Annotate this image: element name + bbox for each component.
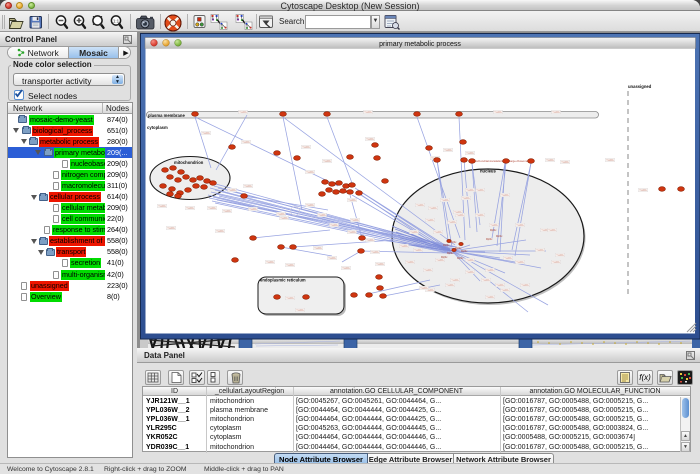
svg-text:Yxx00x: Yxx00x [208, 208, 216, 210]
svg-text:Yxx00x: Yxx00x [521, 285, 529, 287]
svg-text:unassigned: unassigned [628, 84, 652, 89]
svg-text:Yxx00x: Yxx00x [296, 310, 304, 312]
svg-text:Yxx00x: Yxx00x [348, 232, 356, 234]
svg-text:Yxx00x: Yxx00x [606, 160, 614, 162]
svg-text:Yxx00x: Yxx00x [451, 280, 459, 282]
svg-text:Yxx00x: Yxx00x [446, 285, 454, 287]
svg-text:Yxx00x: Yxx00x [434, 232, 442, 234]
svg-text:Yxx00x: Yxx00x [561, 162, 569, 164]
svg-text:Yxx00x: Yxx00x [202, 133, 210, 135]
svg-text:Rpl0x: Rpl0x [486, 238, 493, 241]
svg-text:Yxx00x: Yxx00x [536, 250, 544, 252]
svg-text:Yxx00x: Yxx00x [364, 112, 372, 114]
svg-text:Yxx00x: Yxx00x [323, 161, 331, 163]
svg-text:Yxx00x: Yxx00x [429, 208, 437, 210]
svg-text:Yxx00x: Yxx00x [639, 190, 647, 192]
svg-text:Yxx00x: Yxx00x [371, 252, 379, 254]
svg-text:Yxx00x: Yxx00x [466, 153, 474, 155]
svg-text:nucleus: nucleus [480, 169, 496, 174]
svg-text:Rpl0x: Rpl0x [441, 256, 448, 259]
svg-text:Yxx00x: Yxx00x [486, 270, 494, 272]
svg-text:Yxx00x: Yxx00x [266, 262, 274, 264]
svg-text:Rpl0x: Rpl0x [443, 244, 450, 247]
svg-text:Rpl0x: Rpl0x [457, 257, 464, 260]
svg-text:Yxx00x: Yxx00x [552, 262, 560, 264]
svg-text:Yxx00x: Yxx00x [501, 290, 509, 292]
svg-text:Yxx00x: Yxx00x [328, 258, 336, 260]
svg-text:Yxx00x: Yxx00x [546, 160, 554, 162]
svg-text:primary metabolic process: primary metabolic process [379, 41, 461, 48]
svg-text:Yxx00x: Yxx00x [482, 280, 490, 282]
svg-text:Yxx00x: Yxx00x [376, 264, 384, 266]
svg-text:Yxx00x: Yxx00x [318, 215, 326, 217]
svg-text:Yxx00x: Yxx00x [348, 200, 356, 202]
svg-text:mitochondrion: mitochondrion [174, 160, 204, 165]
svg-text:Yxx00x: Yxx00x [494, 112, 502, 114]
svg-text:Rpl0x: Rpl0x [447, 252, 454, 255]
svg-text:Yxx00x: Yxx00x [239, 112, 247, 114]
svg-text:Yxx00x: Yxx00x [167, 228, 175, 230]
svg-text:Yxx00x: Yxx00x [486, 297, 494, 299]
svg-text:Yxx00x: Yxx00x [416, 205, 424, 207]
svg-text:Yxx00x: Yxx00x [424, 270, 432, 272]
svg-text:endoplasmic reticulum: endoplasmic reticulum [260, 278, 306, 283]
svg-text:Yxx00x: Yxx00x [552, 112, 560, 114]
svg-text:Yxx00x: Yxx00x [223, 211, 231, 213]
svg-text:mitochondrial-translation mito: mitochondrial-translation mito-large-rib… [472, 159, 529, 163]
svg-text:Yxx00x: Yxx00x [302, 147, 310, 149]
svg-text:Yxx00x: Yxx00x [496, 285, 504, 287]
svg-text:Yxx00x: Yxx00x [420, 288, 428, 290]
svg-text:Rpl0x: Rpl0x [496, 235, 503, 238]
svg-text:Yxx00x: Yxx00x [456, 215, 464, 217]
svg-text:Yxx00x: Yxx00x [454, 212, 462, 214]
svg-text:Yxx00x: Yxx00x [476, 190, 484, 192]
svg-text:Yxx00x: Yxx00x [426, 220, 434, 222]
svg-text:Yxx00x: Yxx00x [406, 262, 414, 264]
svg-text:Yxx00x: Yxx00x [158, 206, 166, 208]
svg-text:Yxx00x: Yxx00x [466, 190, 474, 192]
svg-text:Yxx00x: Yxx00x [186, 208, 194, 210]
svg-text:Yxx00x: Yxx00x [277, 214, 285, 216]
svg-text:plasma membrane: plasma membrane [148, 113, 185, 118]
svg-text:Yxx00x: Yxx00x [490, 225, 498, 227]
svg-text:Yxx00x: Yxx00x [286, 298, 294, 300]
svg-text:Yxx00x: Yxx00x [314, 248, 322, 250]
svg-text:Yxx00x: Yxx00x [556, 255, 564, 257]
svg-text:Yxx00x: Yxx00x [466, 260, 474, 262]
svg-text:Yxx00x: Yxx00x [501, 195, 509, 197]
svg-text:Yxx00x: Yxx00x [366, 139, 374, 141]
svg-text:Yxx00x: Yxx00x [516, 225, 524, 227]
svg-text:Yxx00x: Yxx00x [249, 209, 257, 211]
svg-text:Yxx00x: Yxx00x [462, 198, 470, 200]
svg-text:Yxx00x: Yxx00x [410, 232, 418, 234]
svg-text:Yxx00x: Yxx00x [244, 186, 252, 188]
svg-text:Yxx00x: Yxx00x [414, 250, 422, 252]
svg-text:Yxx00x: Yxx00x [330, 225, 338, 227]
svg-text:Yxx00x: Yxx00x [426, 290, 434, 292]
svg-text:Yxx00x: Yxx00x [466, 272, 474, 274]
svg-text:Yxx00x: Yxx00x [516, 262, 524, 264]
svg-text:Yxx00x: Yxx00x [476, 215, 484, 217]
svg-text:Yxx00x: Yxx00x [351, 220, 359, 222]
svg-text:Yxx00x: Yxx00x [342, 268, 350, 270]
svg-text:Yxx00x: Yxx00x [400, 246, 408, 248]
svg-text:Rpl0x: Rpl0x [461, 250, 468, 253]
svg-text:Yxx00x: Yxx00x [242, 142, 250, 144]
svg-text:Yxx00x: Yxx00x [306, 205, 314, 207]
svg-text:Yxx00x: Yxx00x [280, 218, 288, 220]
svg-text:Yxx00x: Yxx00x [448, 222, 456, 224]
svg-text:cytoplasm: cytoplasm [147, 125, 168, 130]
svg-text:Yxx00x: Yxx00x [228, 190, 236, 192]
svg-text:Yxx00x: Yxx00x [366, 240, 374, 242]
svg-text:Yxx00x: Yxx00x [436, 260, 444, 262]
svg-text:Yxx00x: Yxx00x [216, 231, 224, 233]
svg-text:1:1: 1:1 [113, 18, 120, 23]
svg-text:Yxx00x: Yxx00x [548, 230, 556, 232]
svg-text:Yxx00x: Yxx00x [286, 265, 294, 267]
svg-text:Yxx00x: Yxx00x [441, 200, 449, 202]
svg-text:Yxx00x: Yxx00x [444, 150, 452, 152]
svg-text:Yxx00x: Yxx00x [504, 258, 512, 260]
svg-text:Rpl0x: Rpl0x [490, 229, 497, 232]
svg-text:Yxx00x: Yxx00x [306, 172, 314, 174]
